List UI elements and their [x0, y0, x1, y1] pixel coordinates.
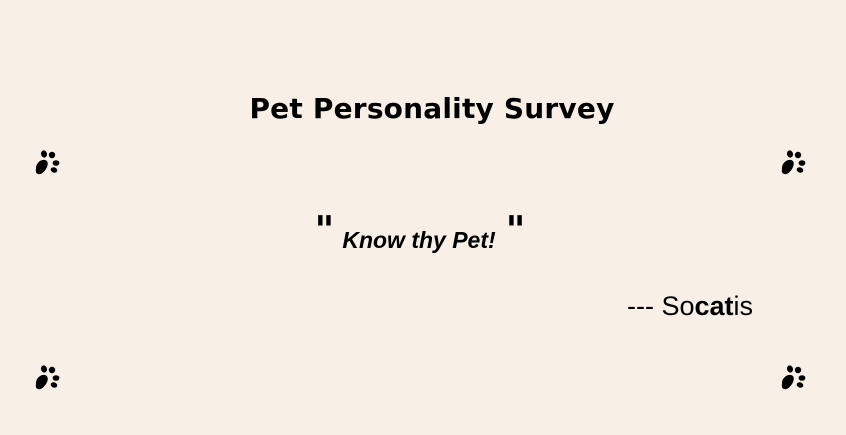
paw-print-icon: [33, 149, 63, 177]
open-quote-mark: ": [314, 208, 335, 252]
quote-attribution: --- Socatis: [627, 289, 753, 323]
paw-print-icon: [33, 364, 63, 392]
close-quote-mark: ": [505, 208, 526, 252]
paw-print-icon: [779, 149, 809, 177]
page-title: Pet Personality Survey: [249, 92, 615, 125]
motto-quote: " Know thy Pet! ": [0, 208, 840, 253]
attribution-emphasis: cat: [694, 291, 734, 321]
paw-print-icon: [779, 364, 809, 392]
attribution-prefix: --- So: [627, 291, 695, 321]
motto-text: Know thy Pet!: [342, 227, 496, 253]
attribution-suffix: is: [733, 291, 754, 321]
